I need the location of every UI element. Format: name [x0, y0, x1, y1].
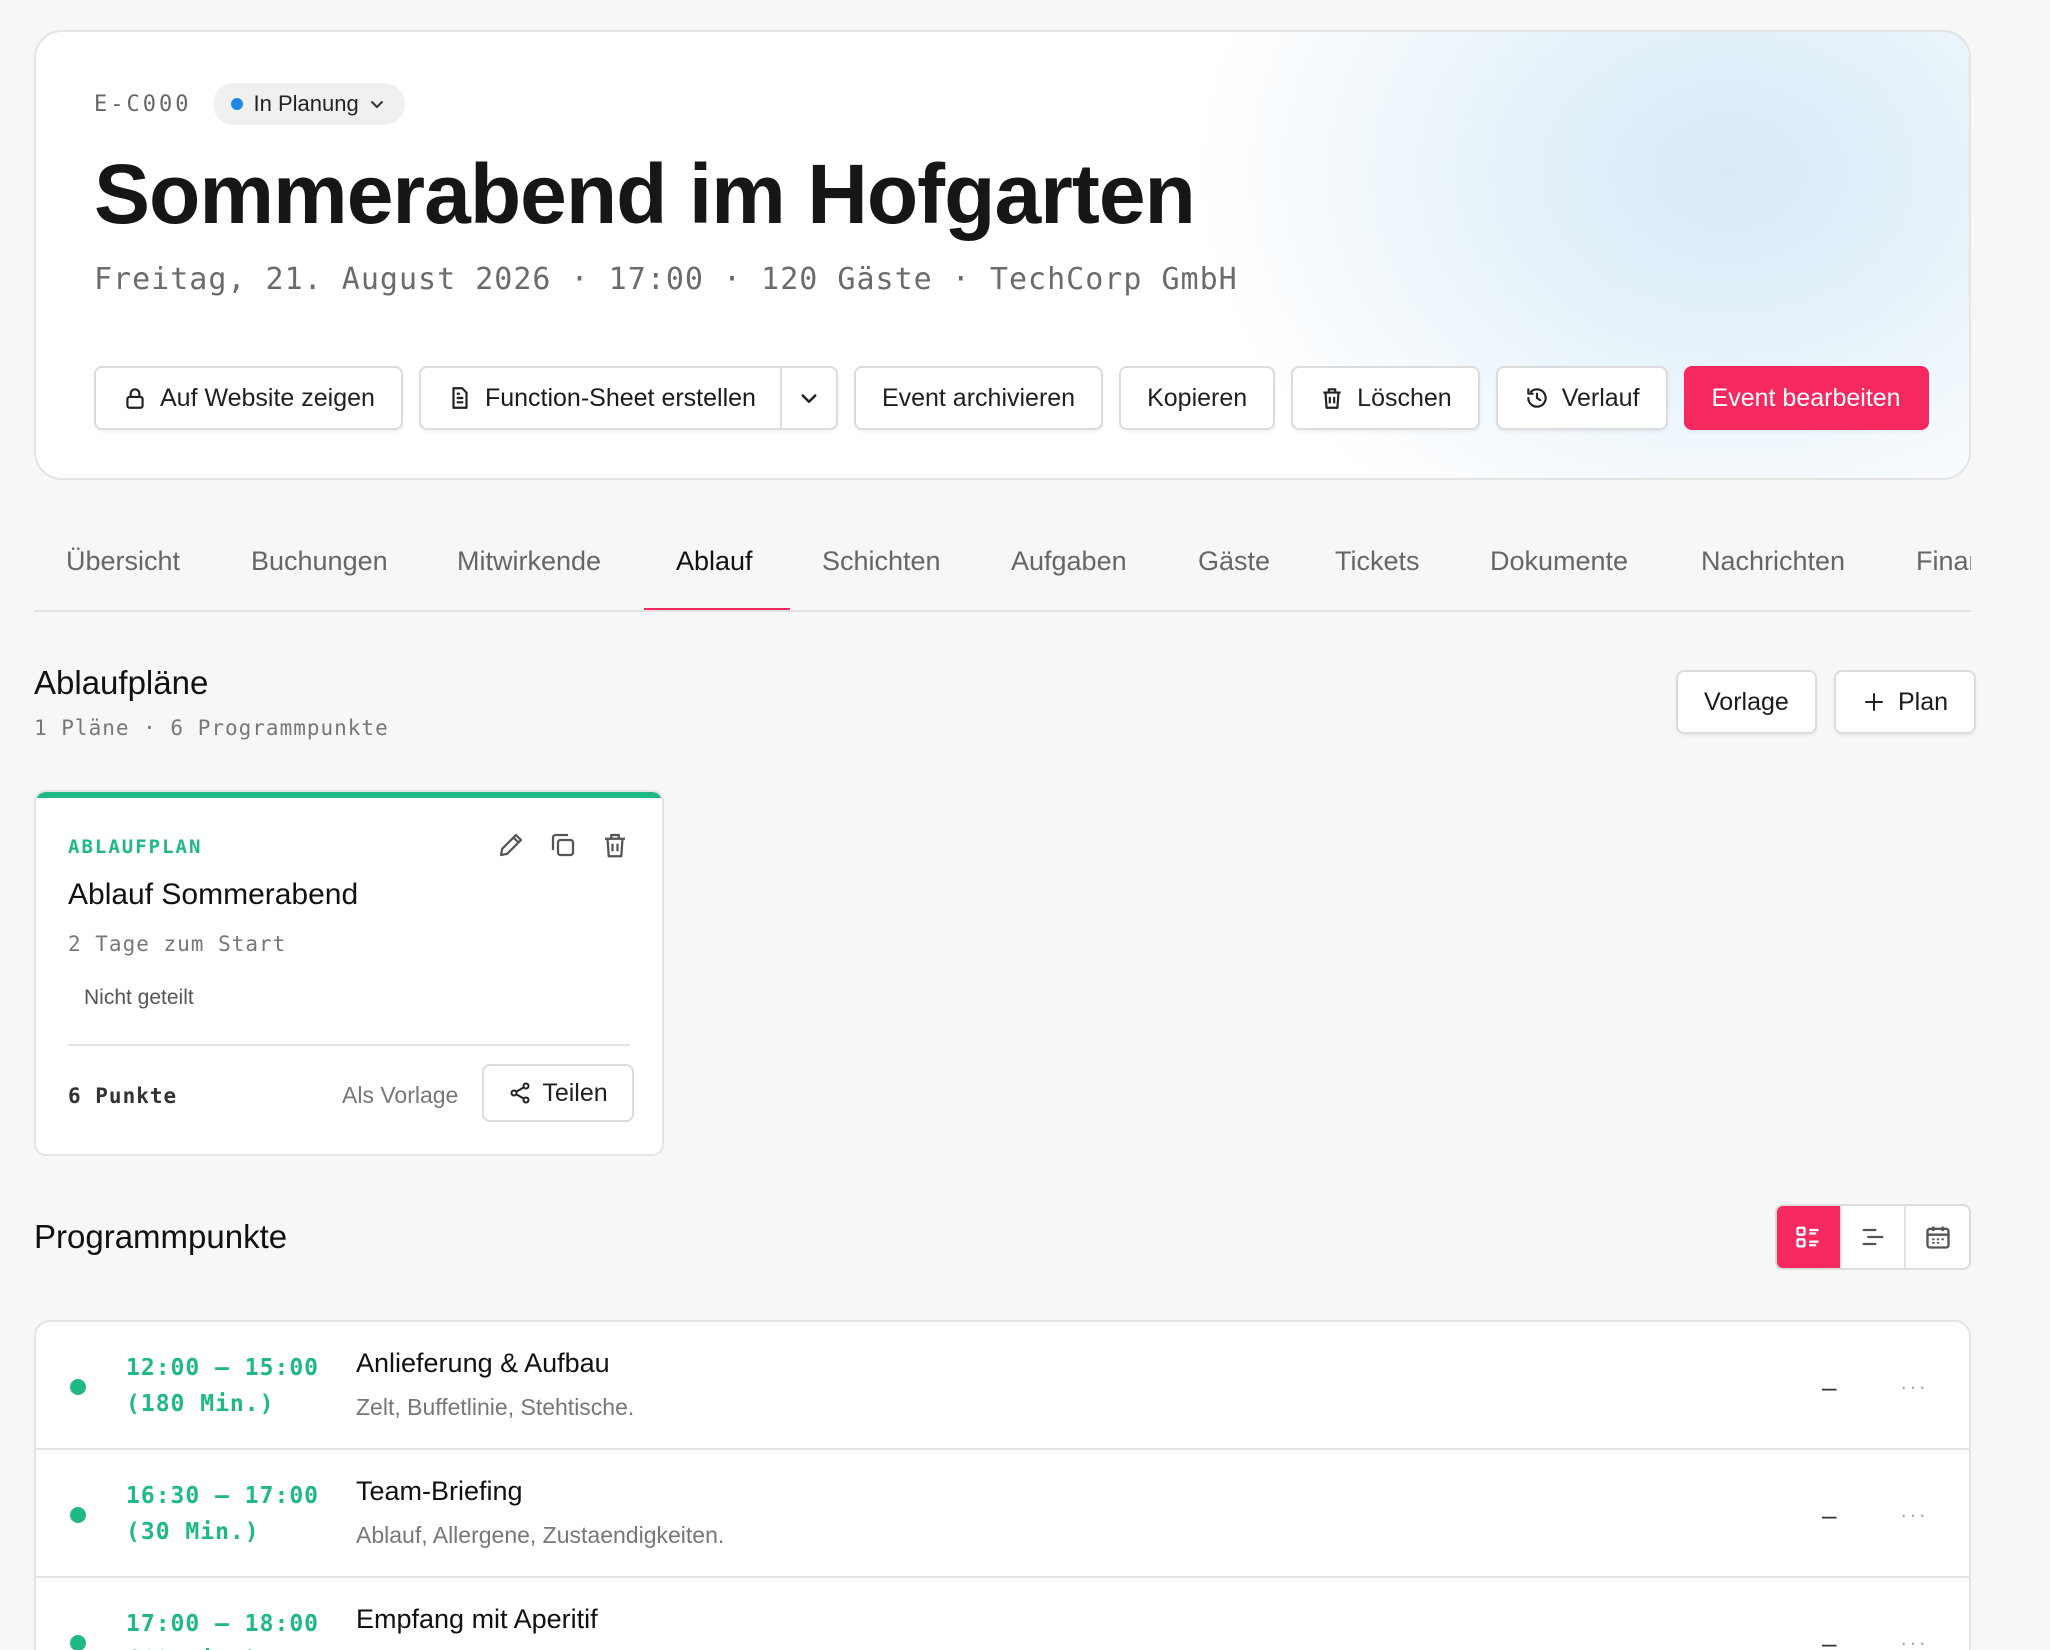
status-dot [70, 1635, 86, 1650]
status-dot [70, 1507, 86, 1523]
show-on-website-button[interactable]: Auf Website zeigen [94, 366, 403, 430]
add-plan-label: Plan [1898, 687, 1949, 716]
plan-name: Ablauf Sommerabend [68, 878, 359, 911]
program-assignee: – [1822, 1372, 1837, 1402]
event-header-card: E-C000 In Planung Sommerabend im Hofgart… [34, 30, 1971, 480]
event-title: Sommerabend im Hofgarten [94, 147, 1196, 241]
document-icon [452, 387, 468, 409]
tab-aufgaben[interactable]: Aufgaben [1011, 546, 1127, 577]
status-label: In Planung [253, 91, 359, 116]
program-duration: (30 Min.) [126, 1519, 260, 1545]
function-sheet-dropdown[interactable] [782, 368, 836, 428]
program-assignee: – [1822, 1628, 1837, 1650]
template-button[interactable]: Vorlage [1676, 670, 1817, 734]
status-dot [231, 98, 244, 110]
function-sheet-split-button: Function-Sheet erstellen [418, 366, 838, 430]
calendar-view-icon [1926, 1226, 1950, 1249]
trash-icon[interactable] [600, 830, 630, 860]
plan-kicker: ABLAUFPLAN [68, 836, 203, 858]
trash-icon [1323, 388, 1341, 409]
duplicate-icon[interactable] [548, 830, 578, 860]
tab-finanzen[interactable]: Finanzen [1916, 546, 1971, 577]
chevron-down-icon [801, 394, 817, 403]
program-assignee: – [1822, 1500, 1837, 1530]
program-title: Team-Briefing [356, 1476, 523, 1506]
program-time: 16:30 – 17:00 (30 Min.) [126, 1478, 319, 1550]
history-label: Verlauf [1561, 383, 1640, 412]
tab-ablauf[interactable]: Ablauf [676, 546, 753, 577]
program-list: 12:00 – 15:00 (180 Min.) Anlieferung & A… [34, 1320, 1971, 1650]
program-item[interactable]: 12:00 – 15:00 (180 Min.) Anlieferung & A… [36, 1322, 1969, 1450]
archive-event-label: Event archivieren [881, 383, 1076, 412]
program-description: Zelt, Buffetlinie, Stehtische. [356, 1394, 635, 1420]
copy-button[interactable]: Kopieren [1119, 366, 1276, 430]
program-duration: (60 Min.) [126, 1642, 319, 1650]
program-time: 17:00 – 18:00 (60 Min.) [126, 1606, 319, 1650]
tab-tickets[interactable]: Tickets [1335, 546, 1420, 577]
lock-icon [126, 388, 144, 409]
delete-label: Löschen [1357, 383, 1452, 412]
function-sheet-label: Function-Sheet erstellen [484, 383, 756, 412]
timeline-view-button[interactable] [1839, 1206, 1905, 1268]
show-on-website-label: Auf Website zeigen [160, 383, 375, 412]
event-subtitle: Freitag, 21. August 2026 · 17:00 · 120 G… [94, 262, 1238, 297]
plan-divider [68, 1044, 630, 1046]
plan-points-count: 6 Punkte [68, 1084, 178, 1108]
timeline-view-icon [1862, 1228, 1884, 1246]
program-description: Ablauf, Allergene, Zustaendigkeiten. [356, 1522, 725, 1548]
program-title: Empfang mit Aperitif [356, 1604, 598, 1634]
edit-pencil-icon[interactable] [496, 830, 526, 860]
tab-mitwirkende[interactable]: Mitwirkende [457, 546, 601, 577]
save-as-template-link[interactable]: Als Vorlage [342, 1082, 458, 1109]
program-item[interactable]: 16:30 – 17:00 (30 Min.) Team-Briefing Ab… [36, 1450, 1969, 1578]
plus-icon [1865, 693, 1883, 711]
more-options-icon[interactable]: ··· [1900, 1630, 1928, 1650]
plan-share-status: Nicht geteilt [84, 986, 194, 1009]
share-label: Teilen [542, 1078, 608, 1107]
program-time-range: 16:30 – 17:00 [126, 1483, 320, 1509]
plan-countdown: 2 Tage zum Start [68, 932, 287, 956]
tab-dokumente[interactable]: Dokumente [1490, 546, 1628, 577]
tab-schichten[interactable]: Schichten [822, 546, 941, 577]
calendar-view-button[interactable] [1904, 1206, 1969, 1268]
edit-event-button[interactable]: Event bearbeiten [1683, 366, 1929, 430]
share-button[interactable]: Teilen [482, 1064, 634, 1122]
program-time-range: 17:00 – 18:00 [126, 1611, 320, 1637]
tab-buchungen[interactable]: Buchungen [251, 546, 388, 577]
program-duration: (180 Min.) [126, 1391, 275, 1417]
tab-uebersicht[interactable]: Übersicht [66, 546, 180, 577]
more-options-icon[interactable]: ··· [1900, 1502, 1928, 1528]
program-time: 12:00 – 15:00 (180 Min.) [126, 1350, 319, 1422]
tab-nachrichten[interactable]: Nachrichten [1701, 546, 1845, 577]
program-title: Anlieferung & Aufbau [356, 1348, 610, 1378]
program-time-range: 12:00 – 15:00 [126, 1355, 320, 1381]
list-view-button[interactable] [1777, 1206, 1840, 1268]
program-section-title: Programmpunkte [34, 1218, 288, 1255]
plans-summary: 1 Pläne · 6 Programmpunkte [34, 716, 389, 740]
share-icon [510, 1082, 530, 1104]
delete-button[interactable]: Löschen [1291, 366, 1480, 430]
chevron-down-icon [370, 101, 383, 108]
more-options-icon[interactable]: ··· [1900, 1374, 1928, 1400]
add-plan-button[interactable]: Plan [1834, 670, 1977, 734]
event-id: E-C000 [94, 91, 192, 117]
history-button[interactable]: Verlauf [1495, 366, 1668, 430]
copy-label: Kopieren [1147, 383, 1248, 412]
program-item[interactable]: 17:00 – 18:00 (60 Min.) Empfang mit Aper… [36, 1578, 1969, 1650]
plan-card-accent-bar [36, 792, 662, 798]
tab-gaeste[interactable]: Gäste [1198, 546, 1270, 577]
list-view-icon [1796, 1226, 1819, 1248]
status-dropdown[interactable]: In Planung [213, 83, 405, 125]
history-icon [1526, 388, 1547, 408]
active-tab-indicator [644, 608, 790, 610]
view-mode-switch [1775, 1204, 1971, 1270]
status-dot [70, 1379, 86, 1395]
archive-event-button[interactable]: Event archivieren [853, 366, 1104, 430]
event-tabs: Übersicht Buchungen Mitwirkende Ablauf S… [34, 520, 1971, 612]
plan-card[interactable]: ABLAUFPLAN Ablauf Sommerabend 2 Tage zum… [34, 790, 664, 1156]
function-sheet-button[interactable]: Function-Sheet erstellen [421, 368, 782, 428]
plans-section-title: Ablaufpläne [34, 664, 209, 701]
edit-event-label: Event bearbeiten [1711, 383, 1901, 412]
template-button-label: Vorlage [1704, 687, 1789, 716]
